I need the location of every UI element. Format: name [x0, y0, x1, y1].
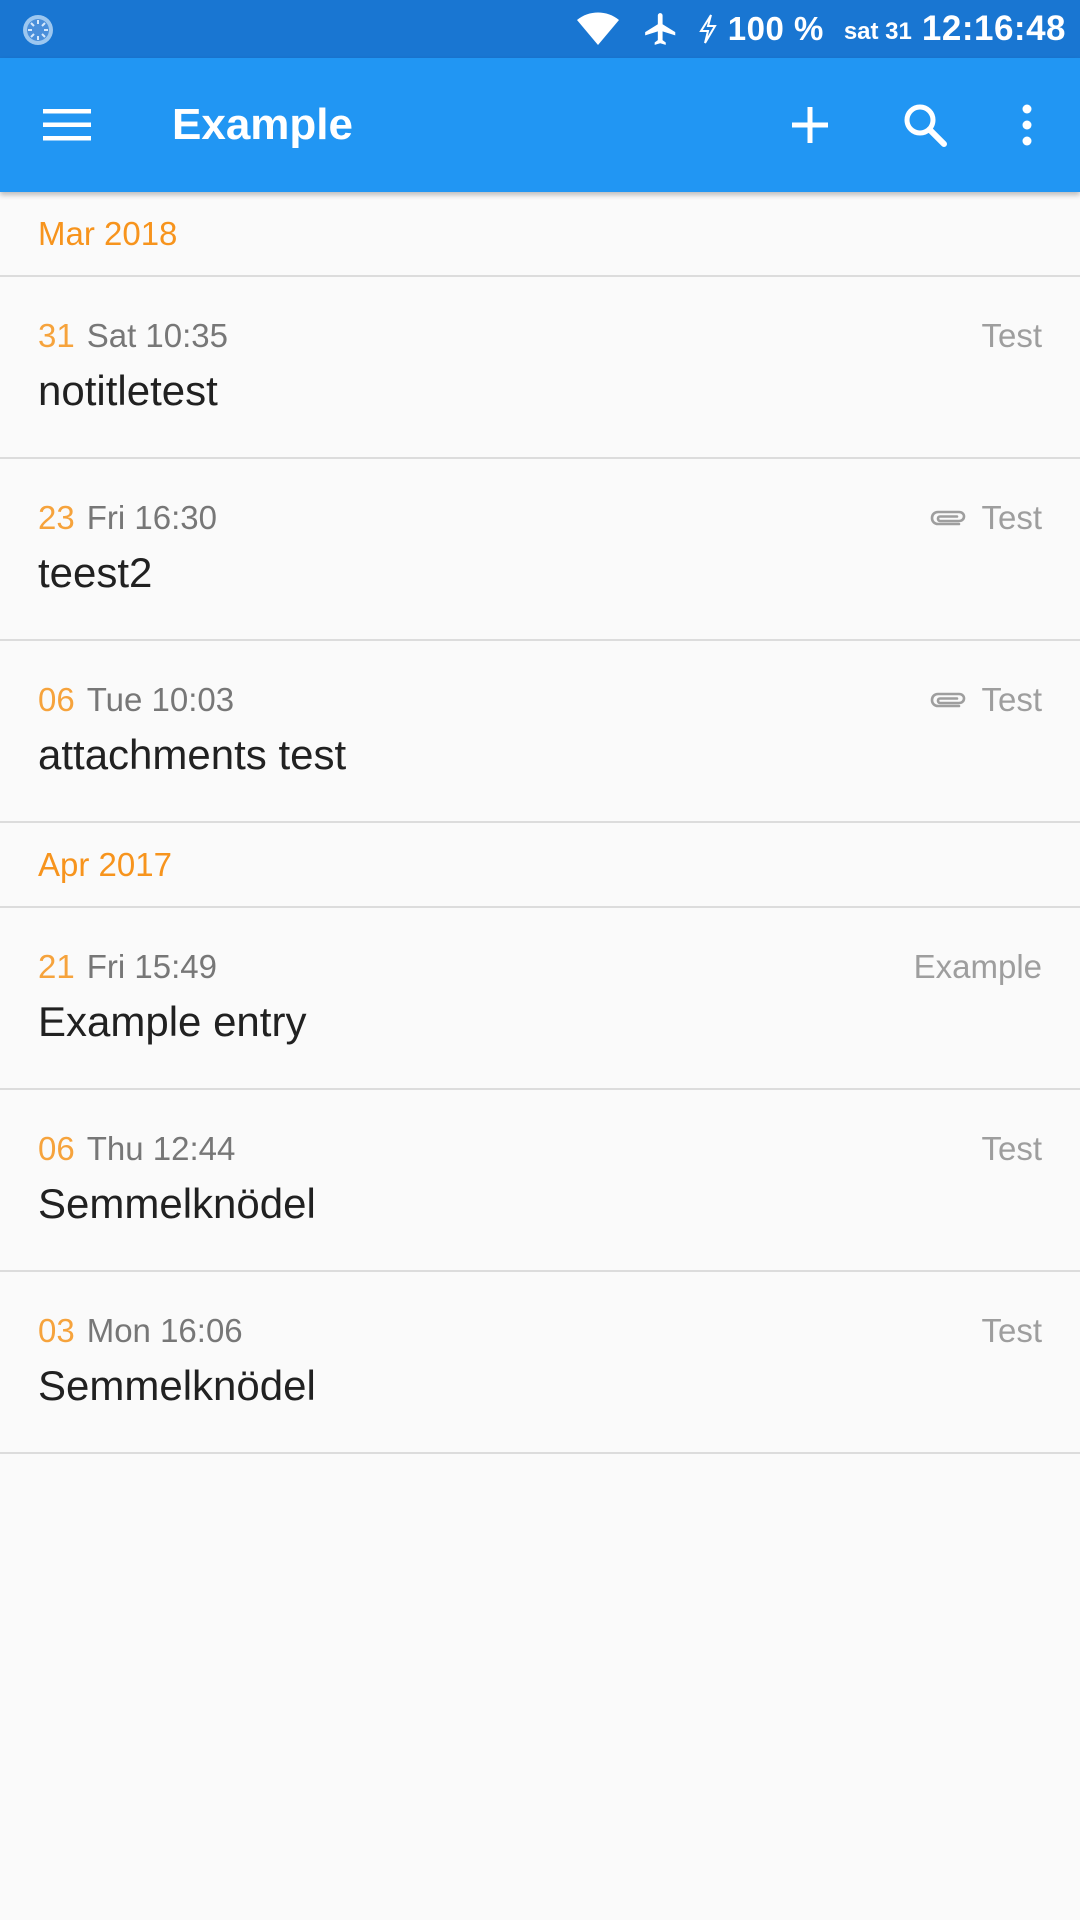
entry-weekday-time: Fri 15:49 [86, 948, 217, 985]
entry-weekday-time: Thu 12:44 [86, 1130, 236, 1167]
charging-icon [698, 14, 717, 44]
entry-date: 31 Sat 10:35 [38, 314, 228, 358]
entry-date: 21 Fri 15:49 [38, 945, 217, 989]
entry-tag-group: Example [914, 945, 1042, 989]
app-notification-icon [23, 15, 53, 45]
entry-tag: Test [981, 499, 1042, 536]
entry-tag-group: Test [929, 496, 1042, 540]
entry-tag: Test [981, 1130, 1042, 1167]
app-bar: Example [0, 58, 1080, 192]
entry-tag: Test [981, 1312, 1042, 1349]
entry-weekday-time: Sat 10:35 [86, 317, 228, 354]
entry-date: 06 Thu 12:44 [38, 1127, 235, 1171]
entry-tag-group: Test [981, 1127, 1042, 1171]
entry-title: notitletest [38, 367, 218, 414]
entry-date: 23 Fri 16:30 [38, 496, 217, 540]
more-options-button[interactable] [993, 91, 1061, 159]
page-title: Example [172, 100, 353, 149]
search-button[interactable] [891, 91, 959, 159]
entry-tag-group: Test [929, 678, 1042, 722]
list-item[interactable]: 03 Mon 16:06 Test Semmelknödel [0, 1272, 1080, 1454]
list-item[interactable]: 06 Thu 12:44 Test Semmelknödel [0, 1090, 1080, 1272]
entry-tag: Test [981, 681, 1042, 718]
entry-day: 06 [38, 681, 75, 718]
entry-title: Semmelknödel [38, 1180, 316, 1227]
attachment-icon [929, 689, 967, 711]
status-date: sat 31 [843, 18, 912, 45]
entry-weekday-time: Tue 10:03 [86, 681, 235, 718]
entry-tag-group: Test [981, 314, 1042, 358]
menu-icon [43, 109, 91, 141]
entry-day: 31 [38, 317, 75, 354]
entry-day: 23 [38, 499, 75, 536]
list-item[interactable]: 31 Sat 10:35 Test notitletest [0, 277, 1080, 459]
add-icon [792, 107, 828, 143]
entry-title: Semmelknödel [38, 1362, 316, 1409]
month-header: Mar 2018 [0, 192, 1080, 277]
entry-title: Example entry [38, 998, 307, 1045]
add-button[interactable] [776, 91, 844, 159]
menu-button[interactable] [26, 91, 108, 159]
status-time: 12:16:48 [921, 9, 1066, 48]
entry-list: Mar 2018 31 Sat 10:35 Test notitletest 23… [0, 192, 1080, 1454]
airplane-mode-icon [644, 13, 675, 45]
entry-weekday-time: Mon 16:06 [86, 1312, 243, 1349]
entry-tag-group: Test [981, 1309, 1042, 1353]
list-item[interactable]: 21 Fri 15:49 Example Example entry [0, 908, 1080, 1090]
entry-date: 03 Mon 16:06 [38, 1309, 243, 1353]
wifi-icon [576, 12, 619, 45]
battery-level: 100 % [727, 10, 824, 47]
entry-weekday-time: Fri 16:30 [86, 499, 217, 536]
entry-tag: Example [913, 948, 1042, 985]
entry-title: attachments test [38, 731, 347, 778]
list-item[interactable]: 06 Tue 10:03 Test attachments test [0, 641, 1080, 823]
month-header: Apr 2017 [0, 823, 1080, 908]
entry-day: 06 [38, 1130, 75, 1167]
list-item[interactable]: 23 Fri 16:30 Test teest2 [0, 459, 1080, 641]
search-icon [904, 104, 947, 147]
entry-date: 06 Tue 10:03 [38, 678, 234, 722]
status-bar: 100 % sat 31 12:16:48 [0, 0, 1080, 58]
entry-day: 21 [38, 948, 75, 985]
entry-title: teest2 [38, 549, 153, 596]
more-vert-icon [1022, 104, 1032, 146]
attachment-icon [929, 507, 967, 529]
entry-tag: Test [981, 317, 1042, 354]
entry-day: 03 [38, 1312, 75, 1349]
